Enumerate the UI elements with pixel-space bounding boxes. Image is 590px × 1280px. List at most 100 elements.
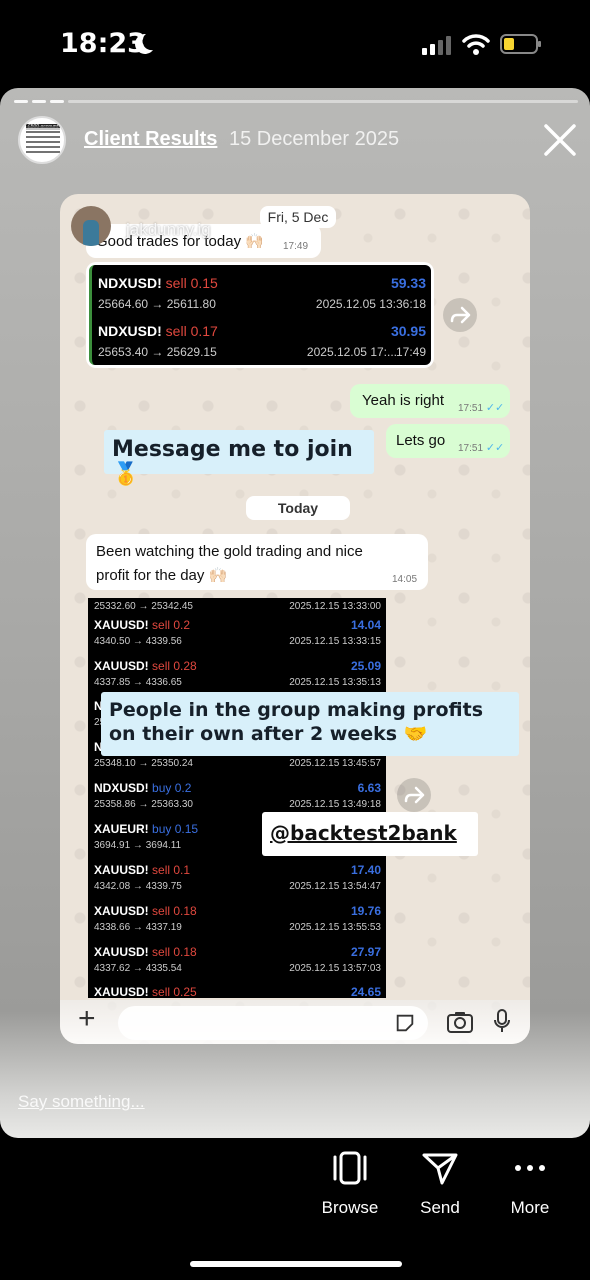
message-text: Lets go [396,432,446,449]
close-icon[interactable] [540,120,580,160]
trade-profit: 19.76 [350,904,381,918]
trade-datetime: 2025.12.15 13:33:00 [289,601,381,612]
date-divider-label: Today [277,500,319,516]
trade-symbol: NDXUSD! buy 0.2 [94,781,192,795]
story-caption-join: Message me to join 🥇 [104,430,374,487]
moon-icon [135,33,153,54]
browse-button[interactable]: Browse [305,1150,395,1218]
story-avatar[interactable]: £500 account [18,116,66,164]
forward-button[interactable] [397,778,431,812]
trade-row: NDXUSD! sell 0.15 59.33 25664.60 → 25611… [92,267,431,315]
message-time: 14:05 [392,574,418,585]
trade-datetime: 2025.12.15 13:54:47 [289,881,381,892]
message-bubble: Been watching the gold trading and nice … [86,534,428,590]
trade-datetime: 2025.12.15 13:35:13 [289,677,381,688]
browse-icon [333,1151,367,1185]
story-caption-profits: People in the group making profits on th… [101,692,519,756]
forward-icon [404,786,425,804]
story-title[interactable]: Client Results [84,128,217,151]
trade-screenshot: NDXUSD! sell 0.15 59.33 25664.60 → 25611… [89,265,431,365]
date-divider-label: Fri, 5 Dec [267,209,329,225]
camera-icon [447,1012,473,1033]
trade-symbol: NDXUSD! sell 0.15 [98,275,218,291]
message-field [118,1006,428,1040]
trade-datetime: 2025.12.15 13:57:03 [289,963,381,974]
more-label: More [510,1198,550,1217]
trade-screenshot[interactable]: 25332.60 → 25342.45 2025.12.15 13:33:00 … [88,598,386,998]
send-button[interactable]: Send [395,1150,485,1218]
trade-profit: 30.95 [390,323,426,339]
trade-prices: 25358.86 → 25363.30 [94,799,193,810]
trade-profit: 14.04 [350,618,381,632]
trade-row: XAUUSD! sell 0.25 24.65 [88,980,386,998]
trade-profit: 59.33 [390,275,426,291]
trade-row: XAUUSD! sell 0.18 19.76 4338.66 → 4337.1… [88,899,386,939]
trade-symbol: XAUUSD! sell 0.25 [94,985,197,998]
signal-icon [422,36,451,55]
trade-profit: 24.65 [350,985,381,998]
trade-prices: 25664.60 → 25611.80 [98,297,216,311]
trade-profit: 27.97 [350,945,381,959]
trade-prices: 25653.40 → 25629.15 [98,345,217,359]
trade-row: XAUUSD! sell 0.1 17.40 4342.08 → 4339.75… [88,858,386,898]
trade-symbol: XAUUSD! sell 0.1 [94,863,191,877]
outgoing-message: Yeah is right 17:51 ✓✓ [350,384,510,418]
reply-input[interactable]: Say something... [18,1092,145,1112]
message-text: Yeah is right [362,392,445,409]
trade-datetime: 2025.12.05 17:... [306,345,397,359]
message-time: 17:51 ✓✓ [458,442,505,454]
trade-prices: 4338.66 → 4337.19 [94,922,182,933]
contact-avatar [71,206,111,246]
trade-row: XAUUSD! sell 0.18 27.97 4337.62 → 4335.5… [88,940,386,980]
story-date: 15 December 2025 [229,128,400,150]
trade-symbol: XAUEUR! buy 0.15 [94,822,199,836]
read-receipt-icon: ✓✓ [485,442,505,454]
trade-symbol: NDXUSD! sell 0.17 [98,323,218,339]
trade-symbol: XAUUSD! sell 0.28 [94,659,197,673]
trade-datetime: 2025.12.05 13:36:18 [315,297,426,311]
trade-prices: 4337.85 → 4336.65 [94,677,182,688]
story-card[interactable]: £500 account Client Results 15 December … [0,88,590,1138]
home-indicator[interactable] [190,1261,402,1267]
chat-screenshot: Good trades for today 🙌🏻 17:49 jakdunny.… [60,194,530,1044]
status-bar: 18:23 [0,0,590,88]
date-divider: Fri, 5 Dec [260,206,336,228]
forward-icon [450,306,471,324]
sticker-icon [396,1014,414,1032]
trade-row: NDXUSD! sell 0.17 30.95 25653.40 → 25629… [92,315,431,363]
microphone-icon [494,1009,510,1032]
forward-button[interactable] [443,298,477,332]
message-time: 17:49 [283,241,309,252]
trade-symbol: XAUUSD! sell 0.2 [94,618,191,632]
trade-row: XAUUSD! sell 0.2 14.04 4340.50 → 4339.56… [88,613,386,653]
trade-time-stamp: 17:49 [395,345,426,359]
send-icon [422,1153,458,1185]
date-divider: Today [246,496,350,520]
trade-row: XAUUSD! sell 0.28 25.09 4337.85 → 4336.6… [88,654,386,694]
more-icon [515,1165,545,1171]
trade-profit: 6.63 [357,781,381,795]
more-button[interactable]: More [485,1150,575,1218]
trade-symbol: XAUUSD! sell 0.18 [94,904,197,918]
trade-profit: 25.09 [350,659,381,673]
trade-symbol: XAUUSD! sell 0.18 [94,945,197,959]
message-time: 17:51 ✓✓ [458,402,505,414]
trade-profit: 17.40 [350,863,381,877]
send-label: Send [420,1198,460,1217]
browse-label: Browse [321,1198,379,1217]
chat-compose-bar: + [60,1000,530,1044]
trade-prices: 4337.62 → 4335.54 [94,963,182,974]
read-receipt-icon: ✓✓ [485,402,505,414]
plus-icon: + [78,1002,96,1035]
trade-prices: 3694.91 → 3694.11 [94,840,182,851]
story-progress-bar [14,100,578,103]
trade-prices: 25348.10 → 25350.24 [94,758,193,769]
message-text: Been watching the gold trading and nice … [96,543,363,584]
trade-datetime: 2025.12.15 13:45:57 [289,758,381,769]
trade-prices: 4340.50 → 4339.56 [94,636,182,647]
trade-datetime: 2025.12.15 13:49:18 [289,799,381,810]
image-bubble[interactable]: NDXUSD! sell 0.15 59.33 25664.60 → 25611… [86,262,434,368]
story-mention[interactable]: @backtest2bank [262,812,478,856]
outgoing-message: Lets go 17:51 ✓✓ [386,424,510,458]
wifi-icon [462,34,490,55]
